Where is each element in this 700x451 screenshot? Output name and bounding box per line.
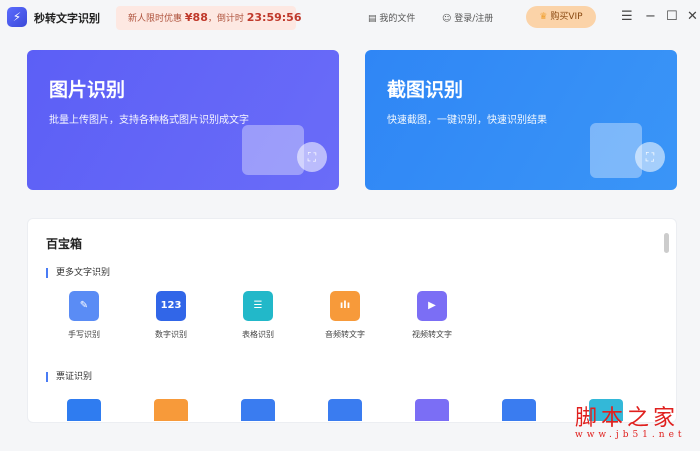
certificate-tool-icon[interactable]: [415, 399, 449, 421]
watermark: 脚本之家 www.jb51.net: [575, 400, 686, 440]
tool-item[interactable]: 123 数字识别: [136, 291, 206, 340]
section-more-text: 更多文字识别: [46, 268, 110, 278]
image-recognition-card[interactable]: 图片识别 批量上传图片，支持各种格式图片识别成文字 ⛶: [27, 50, 339, 190]
app-name: 秒转文字识别: [34, 12, 100, 25]
tool-label: 视频转文字: [412, 330, 452, 339]
tool-icon: ılı: [330, 291, 360, 321]
screenshot-recognition-card[interactable]: 截图识别 快速截图，一键识别，快速识别结果 ⛶: [365, 50, 677, 190]
scrollbar[interactable]: [664, 233, 669, 253]
card-desc: 批量上传图片，支持各种格式图片识别成文字: [49, 115, 249, 126]
my-files-label: 我的文件: [379, 14, 416, 24]
tool-icon: ✎: [69, 291, 99, 321]
crown-icon: ♛: [539, 12, 548, 22]
avatar-icon: ☺: [442, 14, 452, 24]
promo-price: ¥88: [184, 11, 208, 24]
minimize-icon[interactable]: −: [645, 9, 656, 24]
countdown-label: ，倒计时: [207, 14, 244, 24]
tool-item[interactable]: ☰ 表格识别: [223, 291, 293, 340]
section-certificates: 票证识别: [46, 372, 92, 382]
maximize-icon[interactable]: ☐: [666, 9, 678, 24]
tool-item[interactable]: ✎ 手写识别: [49, 291, 119, 340]
buy-vip-button[interactable]: ♛ 购买VIP: [526, 6, 596, 28]
vip-label: 购买VIP: [550, 12, 583, 22]
login-button[interactable]: ☺ 登录/注册: [442, 11, 493, 24]
certificate-tool-icon[interactable]: [241, 399, 275, 421]
tool-item[interactable]: ılı 音频转文字: [310, 291, 380, 340]
card-title: 图片识别: [49, 79, 126, 101]
toolbox-title: 百宝箱: [46, 237, 83, 251]
menu-icon[interactable]: ☰: [621, 9, 633, 24]
tool-icon: ☰: [243, 291, 273, 321]
close-icon[interactable]: ✕: [687, 9, 698, 24]
my-files-button[interactable]: ▤ 我的文件: [368, 11, 415, 24]
watermark-cn: 脚本之家: [575, 406, 680, 431]
certificate-tool-icon[interactable]: [154, 399, 188, 421]
login-label: 登录/注册: [454, 14, 494, 24]
tool-label: 手写识别: [68, 330, 100, 339]
certificate-tool-icon[interactable]: [502, 399, 536, 421]
scan-icon: ⛶: [297, 142, 327, 172]
tool-item[interactable]: ▶ 视频转文字: [397, 291, 467, 340]
promo-banner[interactable]: 新人限时优惠 ¥88，倒计时 23:59:56: [116, 6, 301, 30]
scan-icon: ⛶: [635, 142, 665, 172]
certificate-tool-icon[interactable]: [67, 399, 101, 421]
tool-label: 表格识别: [242, 330, 274, 339]
watermark-url: www.jb51.net: [575, 430, 686, 440]
certificate-tool-icon[interactable]: [328, 399, 362, 421]
image-icon: [242, 125, 304, 175]
crop-icon: [590, 123, 642, 178]
app-logo-icon: ⚡: [7, 7, 27, 27]
toolbox-panel: 百宝箱 更多文字识别 ✎ 手写识别 123 数字识别 ☰ 表格识别 ılı 音频转文字 ▶ 视频转…: [27, 218, 677, 423]
title-bar: ⚡ 秒转文字识别 新人限时优惠 ¥88，倒计时 23:59:56 ▤ 我的文件 …: [0, 0, 700, 36]
file-icon: ▤: [368, 14, 377, 24]
countdown: 23:59:56: [246, 11, 302, 24]
tool-label: 数字识别: [155, 330, 187, 339]
tool-icon: 123: [156, 291, 186, 321]
card-desc: 快速截图，一键识别，快速识别结果: [387, 115, 547, 126]
tool-label: 音频转文字: [325, 330, 365, 339]
tool-icon: ▶: [417, 291, 447, 321]
promo-text: 新人限时优惠: [128, 14, 183, 24]
card-title: 截图识别: [387, 79, 464, 101]
